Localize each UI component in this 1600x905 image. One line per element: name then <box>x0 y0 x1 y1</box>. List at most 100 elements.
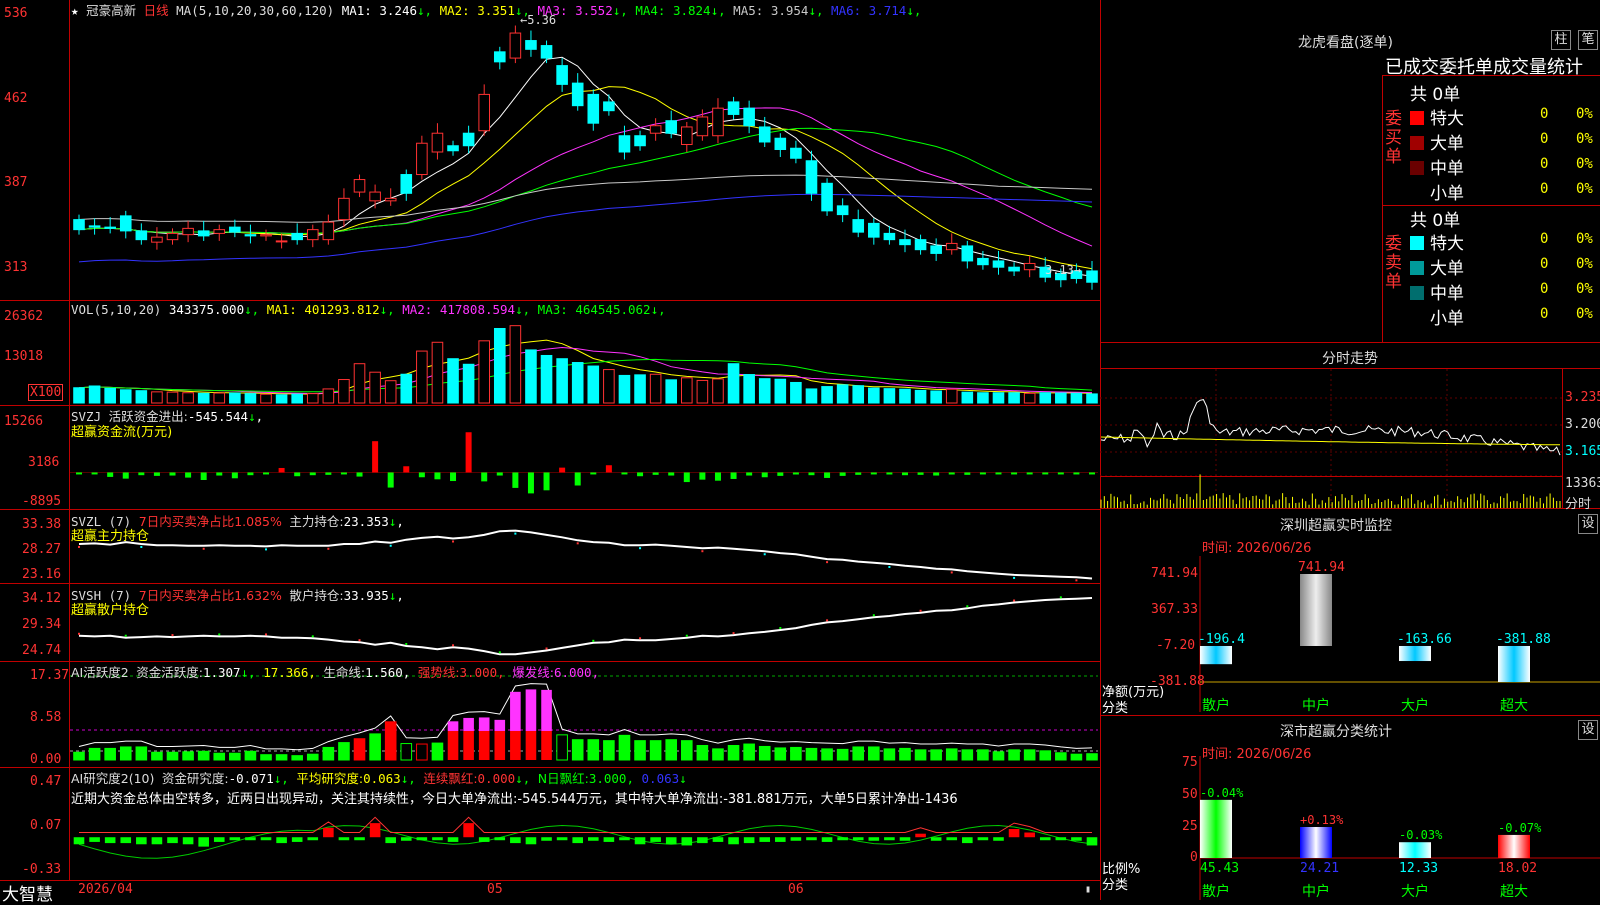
candle[interactable] <box>88 225 101 228</box>
candle[interactable] <box>977 257 989 266</box>
candle[interactable] <box>462 132 475 147</box>
price-axis-2: 462 <box>4 91 28 106</box>
candle[interactable] <box>229 226 241 233</box>
price-axis-1: 536 <box>4 6 28 21</box>
tab-filled[interactable]: 已成交 <box>1385 57 1439 78</box>
period-label[interactable]: 日线 <box>144 3 169 18</box>
svzl-axis-2: 28.27 <box>22 542 62 557</box>
candle[interactable] <box>712 107 724 137</box>
activity-bar <box>166 751 179 761</box>
candle[interactable] <box>571 82 584 107</box>
candle[interactable] <box>852 219 865 233</box>
candle[interactable] <box>805 160 818 194</box>
candle[interactable] <box>353 179 366 193</box>
candle[interactable] <box>696 116 709 137</box>
ma-arrow-1: ↓, <box>417 3 433 18</box>
candle[interactable] <box>275 240 288 243</box>
candle[interactable] <box>338 197 350 221</box>
star-icon[interactable]: ★ <box>71 3 79 18</box>
candle[interactable] <box>992 260 1005 268</box>
candle[interactable] <box>727 101 740 115</box>
svzj-bar <box>1089 472 1095 475</box>
candle[interactable] <box>135 230 148 241</box>
candle[interactable] <box>244 234 257 237</box>
candle[interactable] <box>1008 266 1020 272</box>
candle[interactable] <box>914 239 927 251</box>
svzj-bar <box>138 472 145 476</box>
candle[interactable] <box>119 215 132 232</box>
candle[interactable] <box>774 137 787 150</box>
candle[interactable] <box>260 234 272 237</box>
candle[interactable] <box>509 32 522 59</box>
tab-orders[interactable]: 委托单 <box>1439 57 1493 78</box>
candle[interactable] <box>790 147 802 159</box>
candle[interactable] <box>618 135 631 153</box>
research-bar <box>634 837 646 845</box>
candle[interactable] <box>883 232 896 241</box>
research-bar <box>619 837 630 841</box>
candle[interactable] <box>945 242 958 251</box>
candle[interactable] <box>836 205 849 216</box>
candle[interactable] <box>384 197 397 202</box>
volume-bar <box>525 349 537 404</box>
candle[interactable] <box>758 126 771 143</box>
candle[interactable] <box>665 120 678 134</box>
candle[interactable] <box>556 65 568 85</box>
candle[interactable] <box>306 229 319 241</box>
activity-bar <box>384 721 397 761</box>
candle[interactable] <box>291 232 303 241</box>
intraday-axis-2: 3.200 <box>1565 417 1600 432</box>
date-axis-3: 06 <box>788 882 804 897</box>
candle[interactable] <box>634 135 646 147</box>
volume-bar <box>353 363 366 404</box>
candle[interactable] <box>400 174 413 194</box>
candle[interactable] <box>587 93 600 124</box>
candle[interactable] <box>649 125 662 134</box>
candle[interactable] <box>369 191 381 202</box>
candle[interactable] <box>447 145 459 152</box>
candle[interactable] <box>525 40 537 50</box>
bar-view-button[interactable]: 柱 <box>1551 30 1571 50</box>
candle[interactable] <box>416 142 428 176</box>
svzl-subtitle: 超赢主力持仓 <box>71 529 150 544</box>
candle[interactable] <box>961 245 974 262</box>
candle[interactable] <box>493 51 506 63</box>
candle[interactable] <box>1023 262 1036 271</box>
candle[interactable] <box>182 227 194 236</box>
svsh-tick <box>545 647 548 650</box>
research-bar <box>837 837 848 841</box>
svzj-bar <box>995 472 1002 475</box>
candle[interactable] <box>322 221 335 241</box>
candle[interactable] <box>603 101 615 112</box>
sz-stats-settings-button[interactable]: 设 <box>1578 720 1598 740</box>
candle[interactable] <box>104 226 116 229</box>
brand-label: 大智慧 <box>2 885 53 905</box>
volume-bar <box>166 391 179 404</box>
price-axis-4: 313 <box>4 260 28 275</box>
candle[interactable] <box>1086 270 1098 283</box>
activity-bar <box>852 746 865 761</box>
candle[interactable] <box>478 93 490 132</box>
candle[interactable] <box>166 232 179 241</box>
research-bar <box>104 837 116 844</box>
activity-bar <box>774 747 787 761</box>
candle[interactable] <box>431 132 444 153</box>
pen-view-button[interactable]: 笔 <box>1578 30 1598 50</box>
candle[interactable] <box>213 229 226 234</box>
candle[interactable] <box>73 219 85 231</box>
candle[interactable] <box>197 230 210 237</box>
candle[interactable] <box>540 45 553 59</box>
activity-bar <box>182 751 194 761</box>
candle[interactable] <box>821 182 833 212</box>
candle[interactable] <box>899 239 911 246</box>
ma-name-5: MA5: <box>725 3 771 18</box>
candle[interactable] <box>151 236 163 243</box>
candle[interactable] <box>743 107 755 127</box>
candle[interactable] <box>930 245 942 254</box>
volume-bar <box>1039 392 1052 404</box>
lock-icon[interactable]: ▮ <box>1085 884 1091 895</box>
candle[interactable] <box>681 126 693 145</box>
candle[interactable] <box>868 222 880 238</box>
tab-volume-stats[interactable]: 成交量统计 <box>1493 57 1583 78</box>
sz-monitor-settings-button[interactable]: 设 <box>1578 514 1598 534</box>
